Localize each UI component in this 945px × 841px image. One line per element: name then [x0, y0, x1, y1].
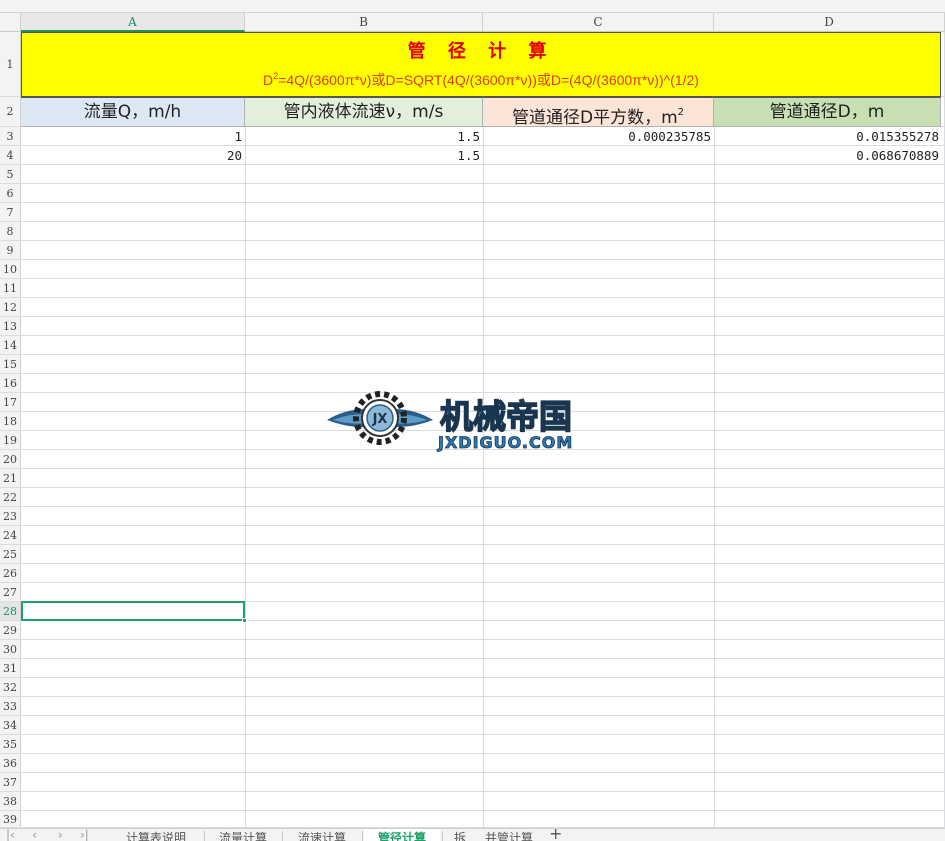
row-header-26[interactable]: 26 — [0, 564, 21, 583]
cell-c4[interactable] — [483, 146, 714, 165]
row-header-35[interactable]: 35 — [0, 735, 21, 754]
row-header-14[interactable]: 14 — [0, 336, 21, 355]
row-header-18[interactable]: 18 — [0, 412, 21, 431]
header-cell-diameter-squared[interactable]: 管道通径D平方数，m2 — [483, 97, 714, 127]
row-header-17[interactable]: 17 — [0, 393, 21, 412]
row-header-38[interactable]: 38 — [0, 792, 21, 811]
row-header-31[interactable]: 31 — [0, 659, 21, 678]
row-header-10[interactable]: 10 — [0, 260, 21, 279]
column-header-c[interactable]: C — [483, 13, 714, 32]
tab-flow-calc[interactable]: 流量计算 — [206, 829, 280, 841]
tab-diameter-calc[interactable]: 管径计算 — [364, 829, 440, 841]
row-header-9[interactable]: 9 — [0, 241, 21, 260]
row-header-15[interactable]: 15 — [0, 355, 21, 374]
column-header-d[interactable]: D — [714, 13, 945, 32]
cell-d4[interactable]: 0.068670889 — [714, 146, 942, 165]
row-header-32[interactable]: 32 — [0, 678, 21, 697]
selected-cell-a28[interactable] — [21, 601, 245, 621]
tab-calc-description[interactable]: 计算表说明 — [110, 829, 202, 841]
add-sheet-button[interactable]: + — [549, 829, 562, 841]
row-header-29[interactable]: 29 — [0, 621, 21, 640]
first-sheet-icon[interactable]: |‹ — [6, 829, 15, 841]
row-header-8[interactable]: 8 — [0, 222, 21, 241]
row-header-27[interactable]: 27 — [0, 583, 21, 602]
tab-split[interactable]: 拆 — [446, 829, 474, 841]
sheet-tab-bar: |‹ ‹ › ›| 计算表说明 流量计算 流速计算 管径计算 拆 并管计算 + — [0, 828, 945, 841]
row-header-2[interactable]: 2 — [0, 97, 21, 127]
header-cell-flow[interactable]: 流量Q，m/h — [21, 97, 245, 127]
watermark-logo: JX 机械帝国 JXDIGUO.COM — [325, 386, 620, 452]
row-header-16[interactable]: 16 — [0, 374, 21, 393]
row-header-37[interactable]: 37 — [0, 773, 21, 792]
sheet-title: 管 径 计 算 — [407, 41, 555, 62]
toolbar-strip — [0, 0, 945, 13]
row-header-23[interactable]: 23 — [0, 507, 21, 526]
row-header-3[interactable]: 3 — [0, 127, 21, 146]
cell-a3[interactable]: 1 — [21, 127, 245, 146]
prev-sheet-icon[interactable]: ‹ — [32, 829, 37, 841]
header-cell-velocity[interactable]: 管内液体流速ν，m/s — [245, 97, 483, 127]
cell-d3[interactable]: 0.015355278 — [714, 127, 942, 146]
row-header-34[interactable]: 34 — [0, 716, 21, 735]
formula-text: D2=4Q/(3600π*ν)或D=SQRT(4Q/(3600π*ν))或D=(… — [263, 71, 699, 88]
column-header-b[interactable]: B — [245, 13, 483, 32]
row-header-1[interactable]: 1 — [0, 32, 21, 97]
cell-b4[interactable]: 1.5 — [245, 146, 483, 165]
svg-text:JX: JX — [372, 412, 388, 427]
row-header-12[interactable]: 12 — [0, 298, 21, 317]
tab-merge-pipe-calc[interactable]: 并管计算 — [474, 829, 544, 841]
last-sheet-icon[interactable]: ›| — [80, 829, 89, 841]
row-header-24[interactable]: 24 — [0, 526, 21, 545]
row-header-5[interactable]: 5 — [0, 165, 21, 184]
row-header-22[interactable]: 22 — [0, 488, 21, 507]
row-header-11[interactable]: 11 — [0, 279, 21, 298]
row-header-36[interactable]: 36 — [0, 754, 21, 773]
row-header-25[interactable]: 25 — [0, 545, 21, 564]
svg-text:JXDIGUO.COM: JXDIGUO.COM — [437, 433, 573, 452]
cell-b3[interactable]: 1.5 — [245, 127, 483, 146]
row-header-19[interactable]: 19 — [0, 431, 21, 450]
row-header-4[interactable]: 4 — [0, 146, 21, 165]
select-all-corner[interactable] — [0, 13, 21, 32]
row-header-20[interactable]: 20 — [0, 450, 21, 469]
svg-text:机械帝国: 机械帝国 — [440, 397, 572, 436]
row-header-28[interactable]: 28 — [0, 602, 21, 621]
header-cell-diameter[interactable]: 管道通径D，m — [714, 97, 941, 127]
next-sheet-icon[interactable]: › — [58, 829, 63, 841]
tab-velocity-calc[interactable]: 流速计算 — [284, 829, 360, 841]
gear-wings-icon: JX 机械帝国 JXDIGUO.COM — [327, 391, 573, 452]
row-header-33[interactable]: 33 — [0, 697, 21, 716]
title-cell[interactable]: 管 径 计 算 D2=4Q/(3600π*ν)或D=SQRT(4Q/(3600π… — [21, 32, 941, 97]
row-header-39[interactable]: 39 — [0, 811, 21, 828]
cell-a4[interactable]: 20 — [21, 146, 245, 165]
row-header-7[interactable]: 7 — [0, 203, 21, 222]
row-header-13[interactable]: 13 — [0, 317, 21, 336]
row-header-6[interactable]: 6 — [0, 184, 21, 203]
row-header-30[interactable]: 30 — [0, 640, 21, 659]
row-header-21[interactable]: 21 — [0, 469, 21, 488]
column-header-a[interactable]: A — [21, 13, 245, 32]
fill-handle[interactable] — [242, 618, 247, 623]
cell-c3[interactable]: 0.000235785 — [483, 127, 714, 146]
